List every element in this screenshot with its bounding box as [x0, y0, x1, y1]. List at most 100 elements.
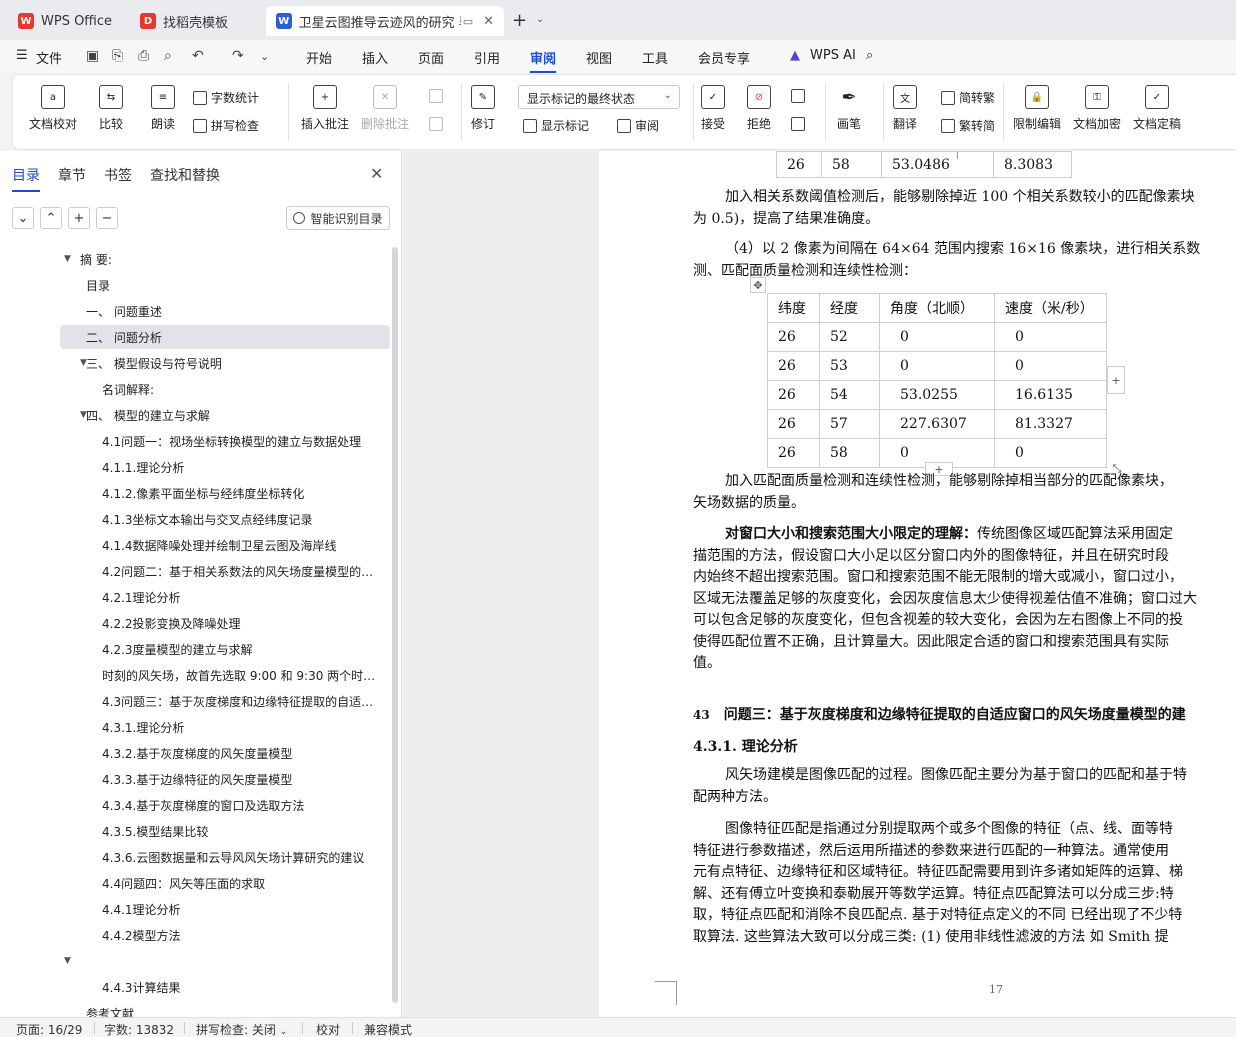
toc-scrollbar[interactable] [392, 247, 398, 1003]
print-icon[interactable]: ⎙ [138, 48, 149, 64]
review-pane-button[interactable]: 审阅 [617, 117, 659, 134]
reject-button[interactable]: ⊘ 拒绝 [747, 85, 771, 132]
toc-item[interactable]: 4.4.2模型方法 [60, 923, 390, 947]
to-traditional-button[interactable]: 简转繁 [941, 89, 995, 106]
add-column-icon[interactable]: + [1107, 366, 1125, 394]
page-indicator[interactable]: 页面: 16/29 [16, 1021, 82, 1037]
doc-finalize-button[interactable]: ✓ 文档定稿 [1133, 85, 1181, 132]
toc-item[interactable]: ▼ 三、 模型假设与符号说明 [60, 351, 390, 375]
menu-item-insert[interactable]: 插入 [362, 48, 388, 67]
toc-item[interactable]: 一、 问题重述 [60, 299, 390, 323]
toc-item[interactable]: 时刻的风矢场，故首先选取 9:00 和 9:30 两个时刻的图像进行分析 [60, 663, 390, 687]
close-icon[interactable]: ✕ [483, 14, 494, 29]
word-count[interactable]: 字数: 13832 [104, 1021, 174, 1037]
to-simplified-button[interactable]: 繁转简 [941, 117, 995, 134]
tab-bookmarks[interactable]: 书签 [104, 165, 132, 185]
next-comment-button[interactable] [429, 117, 447, 131]
insert-comment-button[interactable]: + 插入批注 [301, 85, 349, 132]
toc-item[interactable]: 参考文献 [60, 1001, 390, 1018]
save-icon[interactable]: ▣ [86, 48, 99, 64]
expand-triangle-icon[interactable]: ▼ [80, 358, 87, 368]
show-markup-button[interactable]: 显示标记 [523, 117, 589, 134]
tab-document[interactable]: W 卫星云图推导云迹风的研究 毕 ▭ ✕ [266, 6, 504, 36]
chevron-down-icon[interactable]: ⌄ [260, 50, 269, 63]
hamburger-icon[interactable]: ☰ [16, 48, 28, 63]
toc-item[interactable]: ▼ [60, 949, 390, 973]
menu-item-view[interactable]: 视图 [586, 48, 612, 67]
menu-item-wps-ai[interactable]: WPS AI [810, 48, 856, 63]
toc-item[interactable]: 4.1.2.像素平面坐标与经纬度坐标转化 [60, 481, 390, 505]
toc-item[interactable]: 4.1.1.理论分析 [60, 455, 390, 479]
tab-docer[interactable]: D 找稻壳模板 [130, 6, 260, 36]
toc-item[interactable]: 4.2.2投影变换及降噪处理 [60, 611, 390, 635]
expand-triangle-icon[interactable]: ▼ [64, 956, 71, 966]
doc-check-button[interactable]: a 文档校对 [29, 85, 77, 132]
doc-encrypt-button[interactable]: ⚿ 文档加密 [1073, 85, 1121, 132]
toc-item[interactable]: ▼ 四、 模型的建立与求解 [60, 403, 390, 427]
toc-item[interactable]: 4.3问题三：基于灰度梯度和边缘特征提取的自适应窗口的风矢场度量模型的建立 [60, 689, 390, 713]
table-move-handle-icon[interactable]: ✥ [750, 277, 766, 293]
read-aloud-button[interactable]: ≡ 朗读 [151, 85, 175, 132]
screen-icon[interactable]: ▭ [463, 15, 473, 28]
pen-button[interactable]: ✒ 画笔 [837, 85, 861, 132]
accept-button[interactable]: ✓ 接受 [701, 85, 725, 132]
toc-item[interactable]: 4.3.5.模型结果比较 [60, 819, 390, 843]
toc-item[interactable]: 名词解释: [60, 377, 390, 401]
compare-button[interactable]: ⇆ 比较 [99, 85, 123, 132]
toc-item[interactable]: 4.3.2.基于灰度梯度的风矢度量模型 [60, 741, 390, 765]
search-icon[interactable]: ⌕ [866, 48, 873, 63]
track-changes-button[interactable]: ✎ 修订 [471, 85, 495, 132]
close-icon[interactable]: ✕ [370, 164, 383, 183]
toc-item[interactable]: 4.4.3计算结果 [60, 975, 390, 999]
toc-item[interactable]: 4.2问题二：基于相关系数法的风矢场度量模型的建立与求解 [60, 559, 390, 583]
toc-item[interactable]: 4.1问题一：视场坐标转换模型的建立与数据处理 [60, 429, 390, 453]
toc-item[interactable]: 4.3.6.云图数据量和云导风风矢场计算研究的建议 [60, 845, 390, 869]
restrict-edit-button[interactable]: 🔒 限制编辑 [1013, 85, 1061, 132]
menu-item-reference[interactable]: 引用 [474, 48, 500, 67]
toc-item[interactable]: 4.1.3坐标文本输出与交叉点经纬度记录 [60, 507, 390, 531]
expand-triangle-icon[interactable]: ▼ [64, 254, 71, 264]
toc-item[interactable]: 4.2.3度量模型的建立与求解 [60, 637, 390, 661]
delete-comment-button[interactable]: ✕ 删除批注 [361, 85, 409, 132]
toc-item[interactable]: 二、 问题分析 [60, 325, 390, 349]
add-heading-button[interactable]: + [68, 207, 90, 229]
new-tab-icon[interactable]: + [512, 10, 527, 31]
expand-triangle-icon[interactable]: ▼ [80, 410, 87, 420]
redo-icon[interactable]: ↷ [232, 48, 244, 64]
menu-item-start[interactable]: 开始 [306, 48, 332, 67]
collapse-all-button[interactable]: ⌃ [40, 207, 62, 229]
translate-button[interactable]: 文 翻译 [893, 85, 917, 132]
toc-item[interactable]: 4.3.1.理论分析 [60, 715, 390, 739]
menu-item-page[interactable]: 页面 [418, 48, 444, 67]
undo-icon[interactable]: ↶ [192, 48, 204, 64]
markup-state-select[interactable]: 显示标记的最终状态 ⌄ [518, 85, 680, 109]
next-change-button[interactable] [791, 117, 809, 131]
print-preview-icon[interactable]: ⌕ [164, 48, 172, 64]
toc-item[interactable]: 4.4问题四：风矢等压面的求取 [60, 871, 390, 895]
prev-comment-button[interactable] [429, 89, 447, 103]
tab-find-replace[interactable]: 查找和替换 [150, 165, 220, 185]
spell-check-button[interactable]: 拼写检查 [193, 117, 259, 134]
toc-item[interactable]: 4.1.4数据降噪处理并绘制卫星云图及海岸线 [60, 533, 390, 557]
expand-all-button[interactable]: ⌄ [12, 207, 34, 229]
smart-toc-button[interactable]: 智能识别目录 [286, 206, 390, 230]
menu-item-member[interactable]: 会员专享 [698, 48, 750, 67]
chevron-down-icon[interactable]: ⌄ [536, 14, 544, 25]
export-icon[interactable]: ⎘ [112, 48, 123, 64]
toc-item[interactable]: 4.3.3.基于边缘特征的风矢度量模型 [60, 767, 390, 791]
tab-sections[interactable]: 章节 [58, 165, 86, 185]
toc-item[interactable]: 目录 [60, 273, 390, 297]
toc-item[interactable]: 4.2.1理论分析 [60, 585, 390, 609]
tab-wps-office[interactable]: W WPS Office [8, 6, 124, 36]
menu-item-review[interactable]: 审阅 [530, 48, 557, 73]
tab-toc[interactable]: 目录 [12, 165, 40, 192]
toc-item[interactable]: ▼ 摘 要: [60, 247, 390, 271]
spell-check-status[interactable]: 拼写检查: 关闭 ⌄ [196, 1021, 287, 1037]
prev-change-button[interactable] [791, 89, 809, 103]
proofread-status[interactable]: 校对 [316, 1021, 340, 1037]
toc-item[interactable]: 4.4.1理论分析 [60, 897, 390, 921]
menu-file[interactable]: 文件 [36, 48, 62, 67]
word-count-button[interactable]: 字数统计 [193, 89, 259, 106]
remove-heading-button[interactable]: − [96, 207, 118, 229]
menu-item-tools[interactable]: 工具 [642, 48, 668, 67]
